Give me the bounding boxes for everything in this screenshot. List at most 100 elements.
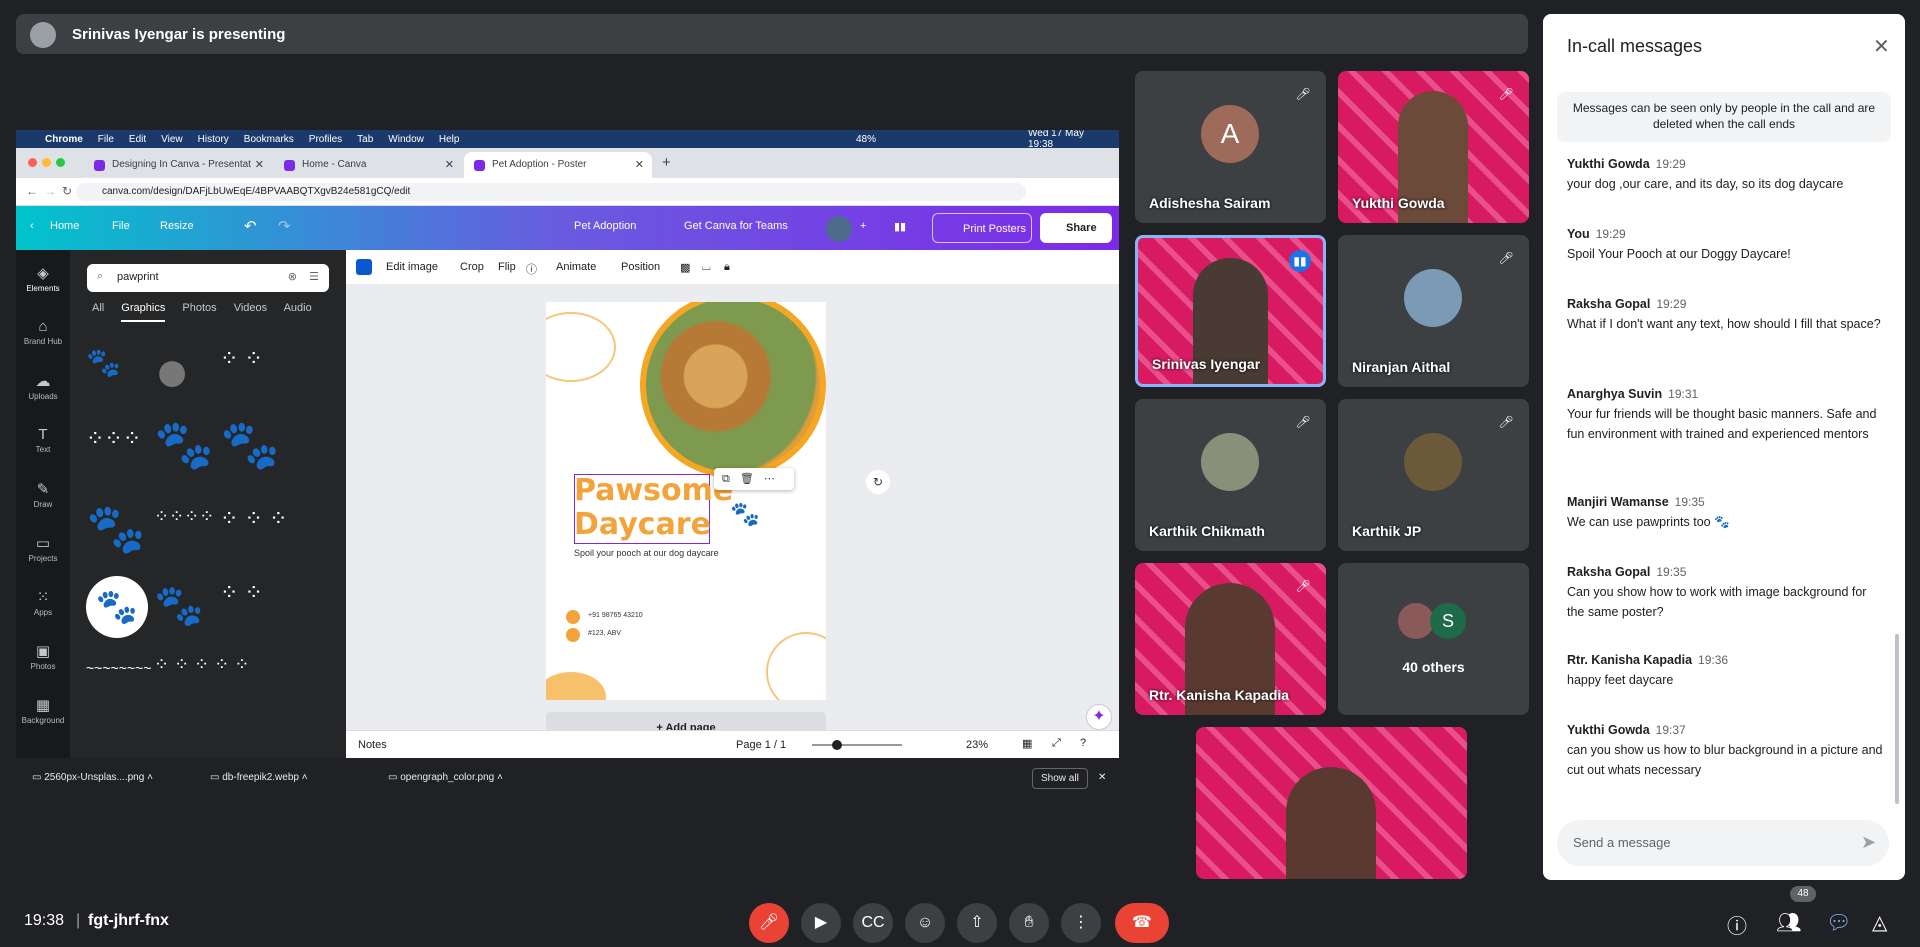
participant-tile[interactable]: 🎤︎ Karthik JP bbox=[1338, 399, 1529, 551]
browser-tab-home[interactable]: Home - Canva ✕ bbox=[274, 152, 462, 178]
rail-background[interactable]: ▦ Background bbox=[16, 696, 70, 725]
crop-button[interactable]: Crop bbox=[460, 261, 484, 273]
poster-phone[interactable]: +91 98765 43210 bbox=[588, 612, 643, 619]
menu-help[interactable]: Help bbox=[439, 134, 460, 145]
back-home-icon[interactable]: ‹ bbox=[30, 220, 34, 232]
menu-history[interactable]: History bbox=[198, 134, 229, 145]
redo-icon[interactable]: ↷ bbox=[278, 217, 291, 235]
lock-icon[interactable]: 🔒︎ bbox=[724, 261, 730, 274]
new-tab-icon[interactable]: + bbox=[662, 154, 671, 171]
tab-videos[interactable]: Videos bbox=[234, 302, 267, 314]
download-item[interactable]: ▭ db-freepik2.webp ˄ bbox=[210, 772, 308, 783]
forward-icon[interactable]: → bbox=[44, 184, 56, 198]
pawprint-graphic[interactable]: 🐾 bbox=[220, 416, 280, 473]
menu-tab[interactable]: Tab bbox=[357, 134, 373, 145]
close-tab-icon[interactable]: ✕ bbox=[255, 158, 264, 171]
position-button[interactable]: Position bbox=[621, 261, 660, 273]
activities-icon[interactable]: ◬ bbox=[1872, 910, 1887, 935]
refresh-suggestion-icon[interactable]: ↻ bbox=[866, 470, 890, 494]
elements-search-input[interactable]: ⌕ pawprint ⊗ ☰ bbox=[87, 264, 329, 292]
close-tab-icon[interactable]: ✕ bbox=[635, 158, 644, 171]
transparency-icon[interactable]: ▩ bbox=[680, 261, 690, 274]
close-tab-icon[interactable]: ✕ bbox=[445, 158, 454, 171]
file-button[interactable]: File bbox=[112, 220, 130, 232]
poster-canvas[interactable]: Pawsome Daycare 🐾 ⧉🗑⋯ Spoil your pooch a… bbox=[546, 302, 826, 700]
puppies-photo[interactable] bbox=[646, 302, 820, 472]
tab-audio[interactable]: Audio bbox=[284, 302, 312, 314]
pawprint-graphic[interactable]: ~~~~~~~~ bbox=[86, 660, 151, 676]
get-canva-teams-button[interactable]: Get Canva for Teams bbox=[684, 220, 788, 232]
pawprint-graphic[interactable]: ⁘⁘⁘⁘ bbox=[154, 506, 214, 527]
flip-button[interactable]: Flip bbox=[498, 261, 516, 273]
others-tile[interactable]: S 40 others bbox=[1338, 563, 1529, 715]
rail-elements[interactable]: ◈ Elements bbox=[16, 264, 70, 293]
edit-image-button[interactable]: Edit image bbox=[386, 261, 438, 273]
back-icon[interactable]: ← bbox=[26, 184, 38, 198]
pawprint-graphic[interactable]: 🐾 bbox=[86, 346, 121, 379]
camera-toggle[interactable]: ▶ bbox=[801, 903, 841, 943]
insights-icon[interactable]: ▮▮ bbox=[894, 220, 906, 233]
close-icon[interactable]: ✕ bbox=[1873, 34, 1890, 59]
raise-hand-button[interactable]: ✋︎ bbox=[1009, 903, 1049, 943]
menu-view[interactable]: View bbox=[161, 134, 183, 145]
rail-draw[interactable]: ✎ Draw bbox=[16, 480, 70, 509]
close-downloads-icon[interactable]: ✕ bbox=[1098, 772, 1106, 783]
info-icon[interactable]: ⓘ bbox=[526, 261, 537, 277]
close-window-dot[interactable] bbox=[28, 158, 37, 167]
document-title[interactable]: Pet Adoption bbox=[574, 220, 636, 232]
zoom-level[interactable]: 23% bbox=[966, 739, 988, 751]
color-swatch[interactable] bbox=[356, 259, 372, 275]
participant-tile[interactable]: 🎤︎ Karthik Chikmath bbox=[1135, 399, 1326, 551]
fullscreen-icon[interactable]: ⤢ bbox=[1052, 737, 1061, 750]
rail-projects[interactable]: ▭ Projects bbox=[16, 534, 70, 563]
paint-format-icon[interactable]: ⌴ bbox=[702, 261, 711, 274]
page-indicator[interactable]: Page 1 / 1 bbox=[736, 739, 786, 751]
tab-graphics[interactable]: Graphics bbox=[121, 302, 166, 322]
participant-tile[interactable]: A 🎤︎ Adishesha Sairam bbox=[1135, 71, 1326, 223]
filter-icon[interactable]: ☰ bbox=[309, 270, 319, 283]
zoom-slider-track[interactable] bbox=[812, 744, 902, 746]
participant-tile[interactable]: 🎤︎ Rtr. Kanisha Kapadia bbox=[1135, 563, 1326, 715]
menu-bookmarks[interactable]: Bookmarks bbox=[244, 134, 294, 145]
zoom-slider-thumb[interactable] bbox=[832, 740, 842, 750]
pawprint-graphic[interactable]: 🐾 bbox=[154, 582, 204, 629]
menu-file[interactable]: File bbox=[98, 134, 114, 145]
blue-paw-graphic[interactable]: 🐾 bbox=[730, 500, 760, 529]
pawprint-graphic[interactable]: ⁘ ⁘ ⁘ ⁘ ⁘ bbox=[154, 654, 249, 675]
add-collaborator-icon[interactable]: + bbox=[860, 220, 866, 232]
rail-apps[interactable]: ⁙ Apps bbox=[16, 588, 70, 617]
menu-chrome[interactable]: Chrome bbox=[45, 134, 83, 145]
pawprint-graphic[interactable]: 🐾 bbox=[154, 416, 214, 473]
send-message-input[interactable]: Send a message bbox=[1557, 820, 1889, 866]
reload-icon[interactable]: ↻ bbox=[62, 184, 72, 198]
undo-icon[interactable]: ↶ bbox=[244, 217, 257, 235]
participant-tile[interactable]: 🎤︎ Yukthi Gowda bbox=[1338, 71, 1529, 223]
leave-call-button[interactable]: ☎︎ bbox=[1115, 903, 1169, 943]
animate-button[interactable]: Animate bbox=[556, 261, 596, 273]
share-button[interactable]: Share bbox=[1040, 213, 1112, 243]
more-options-button[interactable]: ⋮ bbox=[1061, 903, 1101, 943]
pawprint-graphic[interactable]: ⁘ ⁘ bbox=[220, 346, 263, 372]
chat-icon[interactable]: 💬︎ bbox=[1826, 910, 1851, 935]
tab-photos[interactable]: Photos bbox=[182, 302, 216, 314]
chat-scrollbar[interactable] bbox=[1895, 634, 1899, 804]
minimize-window-dot[interactable] bbox=[42, 158, 51, 167]
browser-tab-pet-adoption[interactable]: Pet Adoption - Poster ✕ bbox=[464, 152, 652, 178]
tab-all[interactable]: All bbox=[92, 302, 104, 314]
rail-uploads[interactable]: ☁ Uploads bbox=[16, 372, 70, 401]
meeting-details-icon[interactable]: ⓘ bbox=[1727, 910, 1747, 939]
element-quick-actions[interactable]: ⧉🗑⋯ bbox=[714, 468, 794, 490]
poster-tagline[interactable]: Spoil your pooch at our dog daycare bbox=[574, 548, 719, 558]
poster-headline-line1[interactable]: Pawsome bbox=[574, 474, 733, 508]
rail-brand-hub[interactable]: ⌂ Brand Hub bbox=[16, 318, 70, 346]
rail-photos[interactable]: ▣ Photos bbox=[16, 642, 70, 671]
captions-button[interactable]: CC bbox=[853, 903, 893, 943]
pawprint-graphic[interactable]: ⁘ ⁘ ⁘ bbox=[220, 506, 288, 532]
rail-text[interactable]: T Text bbox=[16, 426, 70, 454]
help-icon[interactable]: ? bbox=[1080, 737, 1086, 749]
microphone-toggle[interactable]: 🎤︎ bbox=[749, 903, 789, 943]
participant-tile-speaking[interactable]: ▮▮ Srinivas Iyengar bbox=[1135, 235, 1326, 387]
poster-address[interactable]: #123, ABV bbox=[588, 630, 621, 637]
download-item[interactable]: ▭ opengraph_color.png ˄ bbox=[388, 772, 503, 783]
pawprint-graphic[interactable]: ● bbox=[154, 336, 190, 405]
